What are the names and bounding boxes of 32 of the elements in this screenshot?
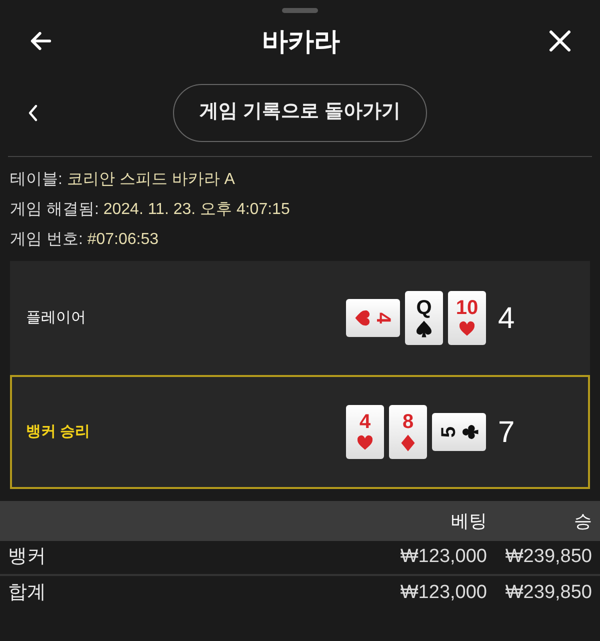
card-rank: 10 — [456, 298, 478, 318]
window-title: 바카라 — [262, 24, 340, 58]
hand-label: 뱅커 승리 — [26, 422, 92, 442]
heart-icon — [353, 309, 371, 327]
hand-label: 플레이어 — [26, 308, 87, 328]
card-rank: 4 — [359, 412, 371, 432]
club-icon — [461, 423, 479, 441]
card-rank: 5 — [439, 426, 459, 438]
hand-total: 7 — [498, 414, 516, 450]
column-header: 승 — [573, 510, 592, 532]
card-rank: 8 — [402, 412, 414, 432]
spade-icon — [415, 320, 433, 338]
card-rank: Q — [416, 298, 432, 318]
info-line: 테이블: 코리안 스피드 바카라 A — [10, 170, 236, 190]
table-cell-text: ₩239,850 — [504, 545, 592, 570]
drag-handle[interactable] — [282, 8, 318, 13]
table-cell-text: 합계 — [8, 581, 47, 606]
table-cell-text: 뱅커 — [8, 545, 47, 570]
heart-icon — [458, 320, 476, 338]
info-line: 게임 해결됨: 2024. 11. 23. 오후 4:07:15 — [10, 200, 291, 220]
hand-total: 4 — [498, 300, 516, 336]
card-rank: 4 — [373, 312, 393, 324]
heart-icon — [356, 434, 374, 452]
back-to-history-button[interactable]: 게임 기록으로 돌아가기 — [172, 84, 428, 142]
table-cell-text: ₩123,000 — [399, 545, 487, 570]
table-cell-text: ₩123,000 — [399, 581, 487, 606]
column-header: 베팅 — [450, 510, 487, 532]
table-cell-text: ₩239,850 — [504, 581, 592, 606]
close-icon[interactable] — [548, 29, 572, 53]
diamond-icon — [399, 434, 417, 452]
info-line: 게임 번호: #07:06:53 — [10, 230, 160, 250]
chevron-left-icon[interactable] — [26, 102, 40, 122]
